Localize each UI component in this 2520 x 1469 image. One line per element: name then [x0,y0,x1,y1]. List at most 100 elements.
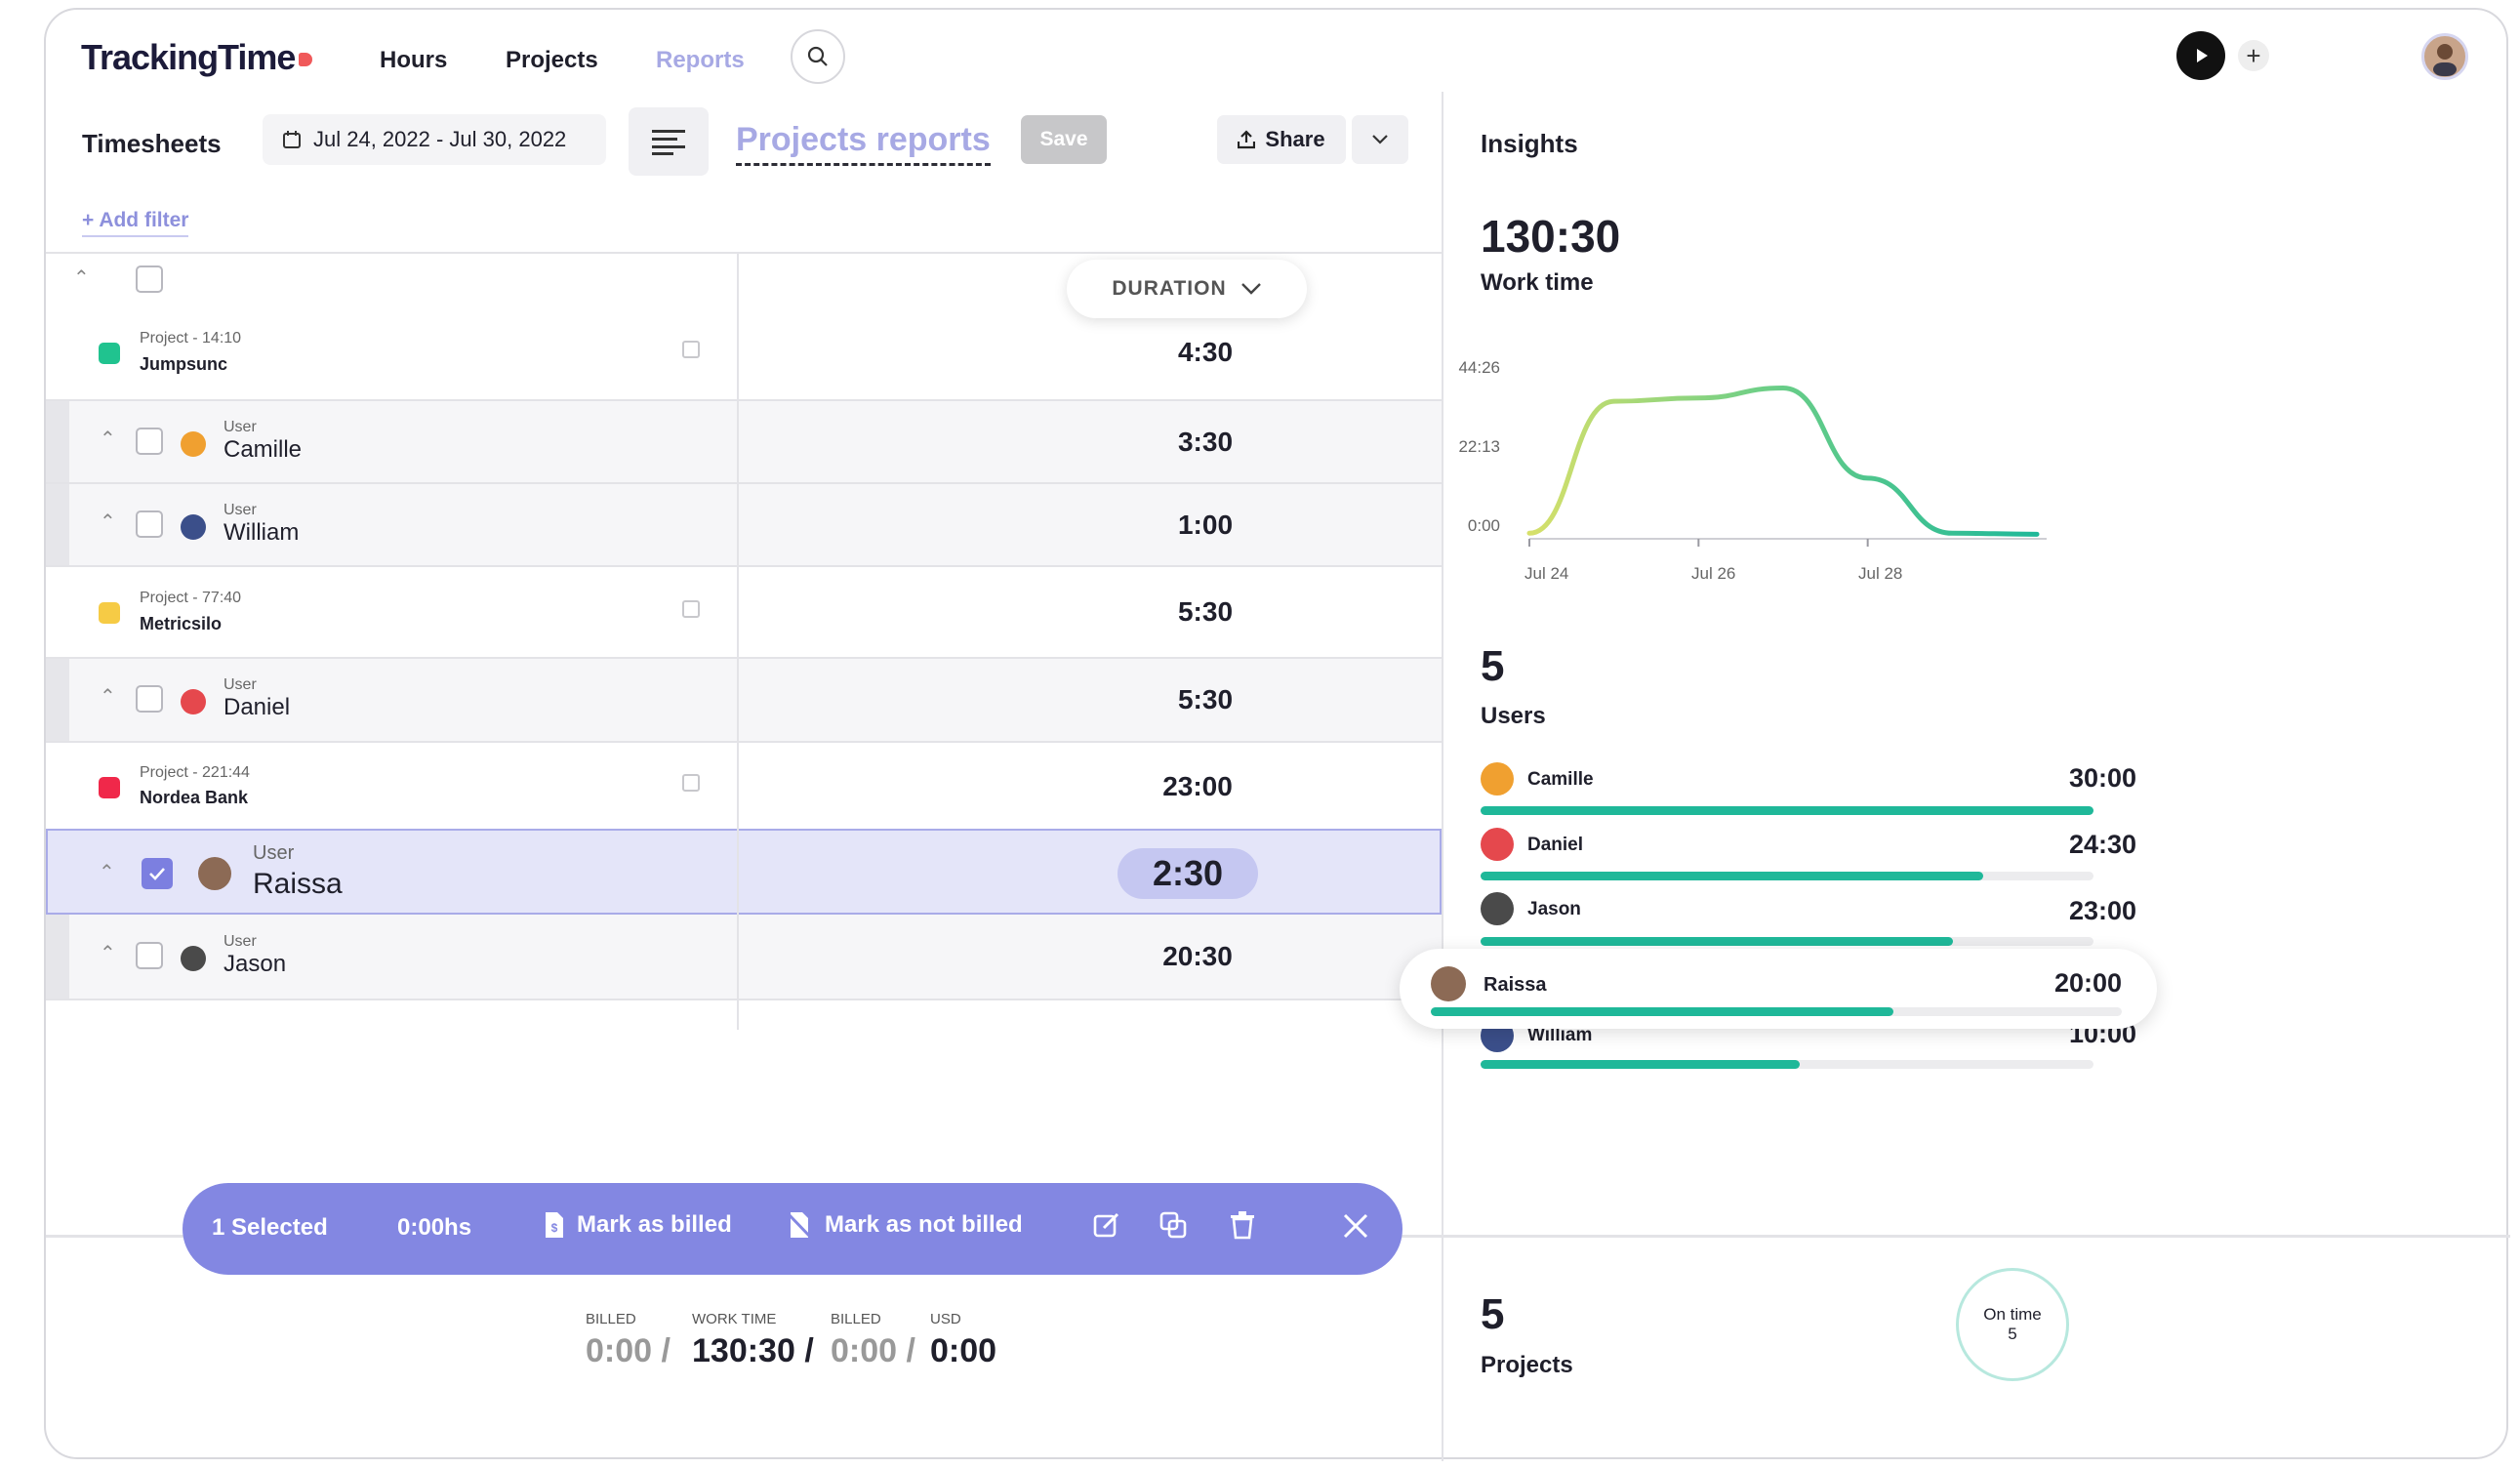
nav-hours[interactable]: Hours [380,47,447,74]
logo[interactable]: TrackingTime [81,37,313,78]
menu-button[interactable] [629,107,709,176]
chevron-down-icon [1240,283,1261,295]
user-time: 30:00 [2068,763,2136,793]
user-bar-fill [1481,937,1953,946]
mark-as-not-billed-button[interactable]: Mark as not billed [786,1210,1023,1240]
row-collapse-caret-icon[interactable]: ⌃ [99,860,115,884]
share-options-button[interactable] [1352,115,1408,164]
row-checkbox[interactable] [136,942,163,969]
row-checkbox[interactable] [136,428,163,455]
work-time-value: 130:30 [1481,211,1621,262]
user-avatar [1481,892,1514,925]
table-row[interactable]: ⌃ User Jason 20:30 [46,915,1442,999]
row-checkbox[interactable] [136,685,163,713]
row-collapse-caret-icon[interactable]: ⌃ [100,941,116,965]
align-left-icon [652,130,685,155]
select-all-checkbox[interactable] [136,265,163,293]
work-time-chart [1526,385,2047,547]
x-tick-label: Jul 24 [1524,564,1569,583]
user-name: Jason [224,951,287,977]
search-button[interactable] [791,29,845,84]
column-divider [737,252,739,1030]
user-avatar [1481,828,1514,861]
close-selection-button[interactable] [1342,1212,1369,1246]
user-name: Camille [1527,769,1594,790]
collapse-all-caret-icon[interactable]: ⌃ [73,265,90,290]
user-name: William [224,519,300,546]
page-title: Timesheets [82,129,222,158]
date-range-picker[interactable]: Jul 24, 2022 - Jul 30, 2022 [263,114,606,165]
y-tick-label: 44:26 [1458,358,1500,377]
external-link-icon[interactable] [682,774,700,792]
report-title[interactable]: Projects reports [736,121,991,166]
edit-button[interactable] [1092,1210,1121,1246]
project-color-swatch [99,777,120,798]
save-button[interactable]: Save [1021,115,1107,164]
user-name: Jason [1527,899,1581,919]
row-checkbox-checked[interactable] [142,858,173,889]
table-row[interactable]: ⌃ User William 1:00 [46,484,1442,565]
row-divider [46,999,1442,1000]
not-billed-document-icon [786,1211,813,1240]
table-row[interactable]: ⌃ User Daniel 5:30 [46,659,1442,741]
edit-icon [1093,1212,1119,1238]
selected-count: 1 Selected [212,1214,328,1241]
projects-count: 5 [1481,1290,1505,1338]
add-filter-link[interactable]: + Add filter [82,209,189,237]
row-collapse-caret-icon[interactable]: ⌃ [100,684,116,709]
duration-value: 23:00 [1162,771,1233,801]
mark-as-billed-label: Mark as billed [577,1211,732,1238]
user-time: 23:00 [2068,896,2136,925]
add-button[interactable]: + [2238,40,2269,71]
y-tick-label: 0:00 [1467,516,1500,535]
trash-icon [1231,1211,1254,1240]
row-indent-bar [46,915,69,999]
user-avatar[interactable] [2421,33,2468,80]
work-time-label: Work time [1481,269,1594,296]
user-bar-track [1481,937,2093,946]
duration-value-highlight[interactable]: 2:30 [1118,848,1258,899]
mark-as-billed-button[interactable]: $ Mark as billed [544,1210,732,1240]
table-row-selected[interactable]: ⌃ User Raissa 2:30 [46,829,1442,915]
user-name: Daniel [1527,835,1584,855]
totals-value: 0:00 / [831,1332,915,1369]
project-name[interactable]: Metricsilo [140,614,222,634]
table-row[interactable]: Project - 14:10 Jumpsunc 4:30 [46,306,1442,399]
totals-label: BILLED [831,1311,881,1327]
external-link-icon[interactable] [682,600,700,618]
date-range-label: Jul 24, 2022 - Jul 30, 2022 [313,127,567,151]
share-button[interactable]: Share [1217,115,1346,164]
table-row[interactable]: ⌃ User Camille 3:30 [46,401,1442,482]
chevron-down-icon [1372,135,1388,144]
table-row[interactable]: Project - 77:40 Metricsilo 5:30 [46,567,1442,657]
duration-value: 5:30 [1177,684,1234,714]
row-label: User [224,676,257,693]
user-avatar [1481,762,1514,796]
duration-value: 4:30 [1177,337,1234,367]
row-checkbox[interactable] [136,510,163,538]
external-link-icon[interactable] [682,341,700,358]
totals-value: 130:30 / [692,1332,814,1369]
project-name[interactable]: Nordea Bank [140,788,248,808]
delete-button[interactable] [1229,1210,1256,1246]
user-bar-fill [1431,1007,1894,1016]
panel-divider [1442,92,1443,1461]
row-label: User [224,502,257,518]
user-bar-track [1481,872,2093,880]
y-tick-label: 22:13 [1458,437,1500,456]
table-row[interactable]: Project - 221:44 Nordea Bank 23:00 [46,743,1442,829]
row-collapse-caret-icon[interactable]: ⌃ [100,510,116,534]
nav-projects[interactable]: Projects [506,47,598,74]
row-label: User [224,419,257,435]
nav-reports[interactable]: Reports [656,47,745,74]
app-window: TrackingTime Hours Projects Reports + Ti… [44,8,2510,1461]
row-label: Project - 77:40 [140,590,242,606]
project-name[interactable]: Jumpsunc [140,354,227,375]
selection-action-bar: 1 Selected 0:00hs $ Mark as billed Mark … [183,1183,1402,1275]
duplicate-button[interactable] [1158,1210,1188,1246]
duration-value: 1:00 [1177,510,1234,540]
highlighted-user-card[interactable]: Raissa 20:00 [1400,949,2157,1029]
start-timer-button[interactable] [2176,31,2225,80]
row-collapse-caret-icon[interactable]: ⌃ [100,427,116,451]
user-bar-track [1431,1007,2122,1016]
